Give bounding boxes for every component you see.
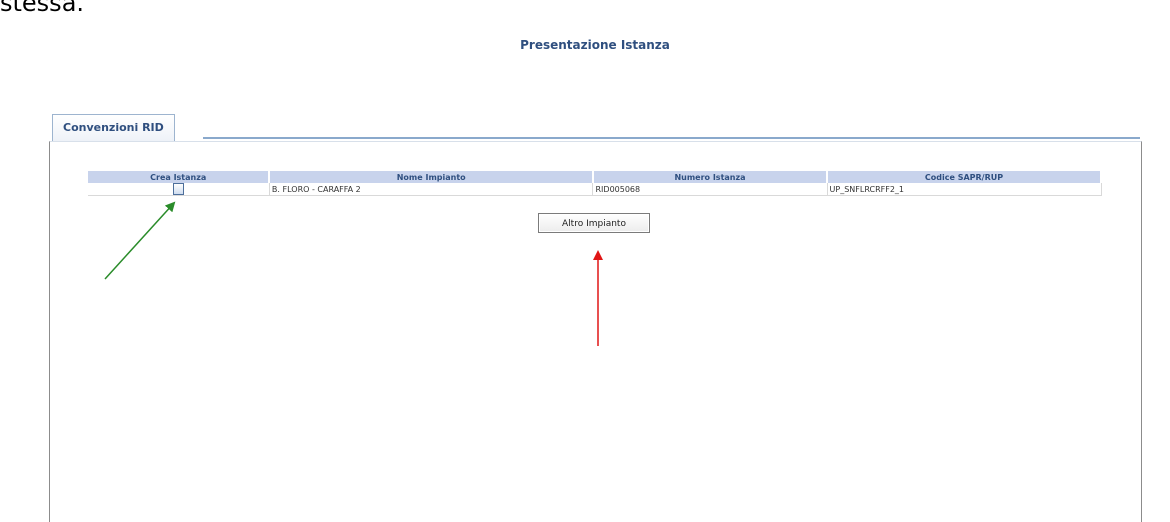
green-arrow-annotation [104, 201, 176, 280]
annotation-overlay [104, 201, 603, 346]
